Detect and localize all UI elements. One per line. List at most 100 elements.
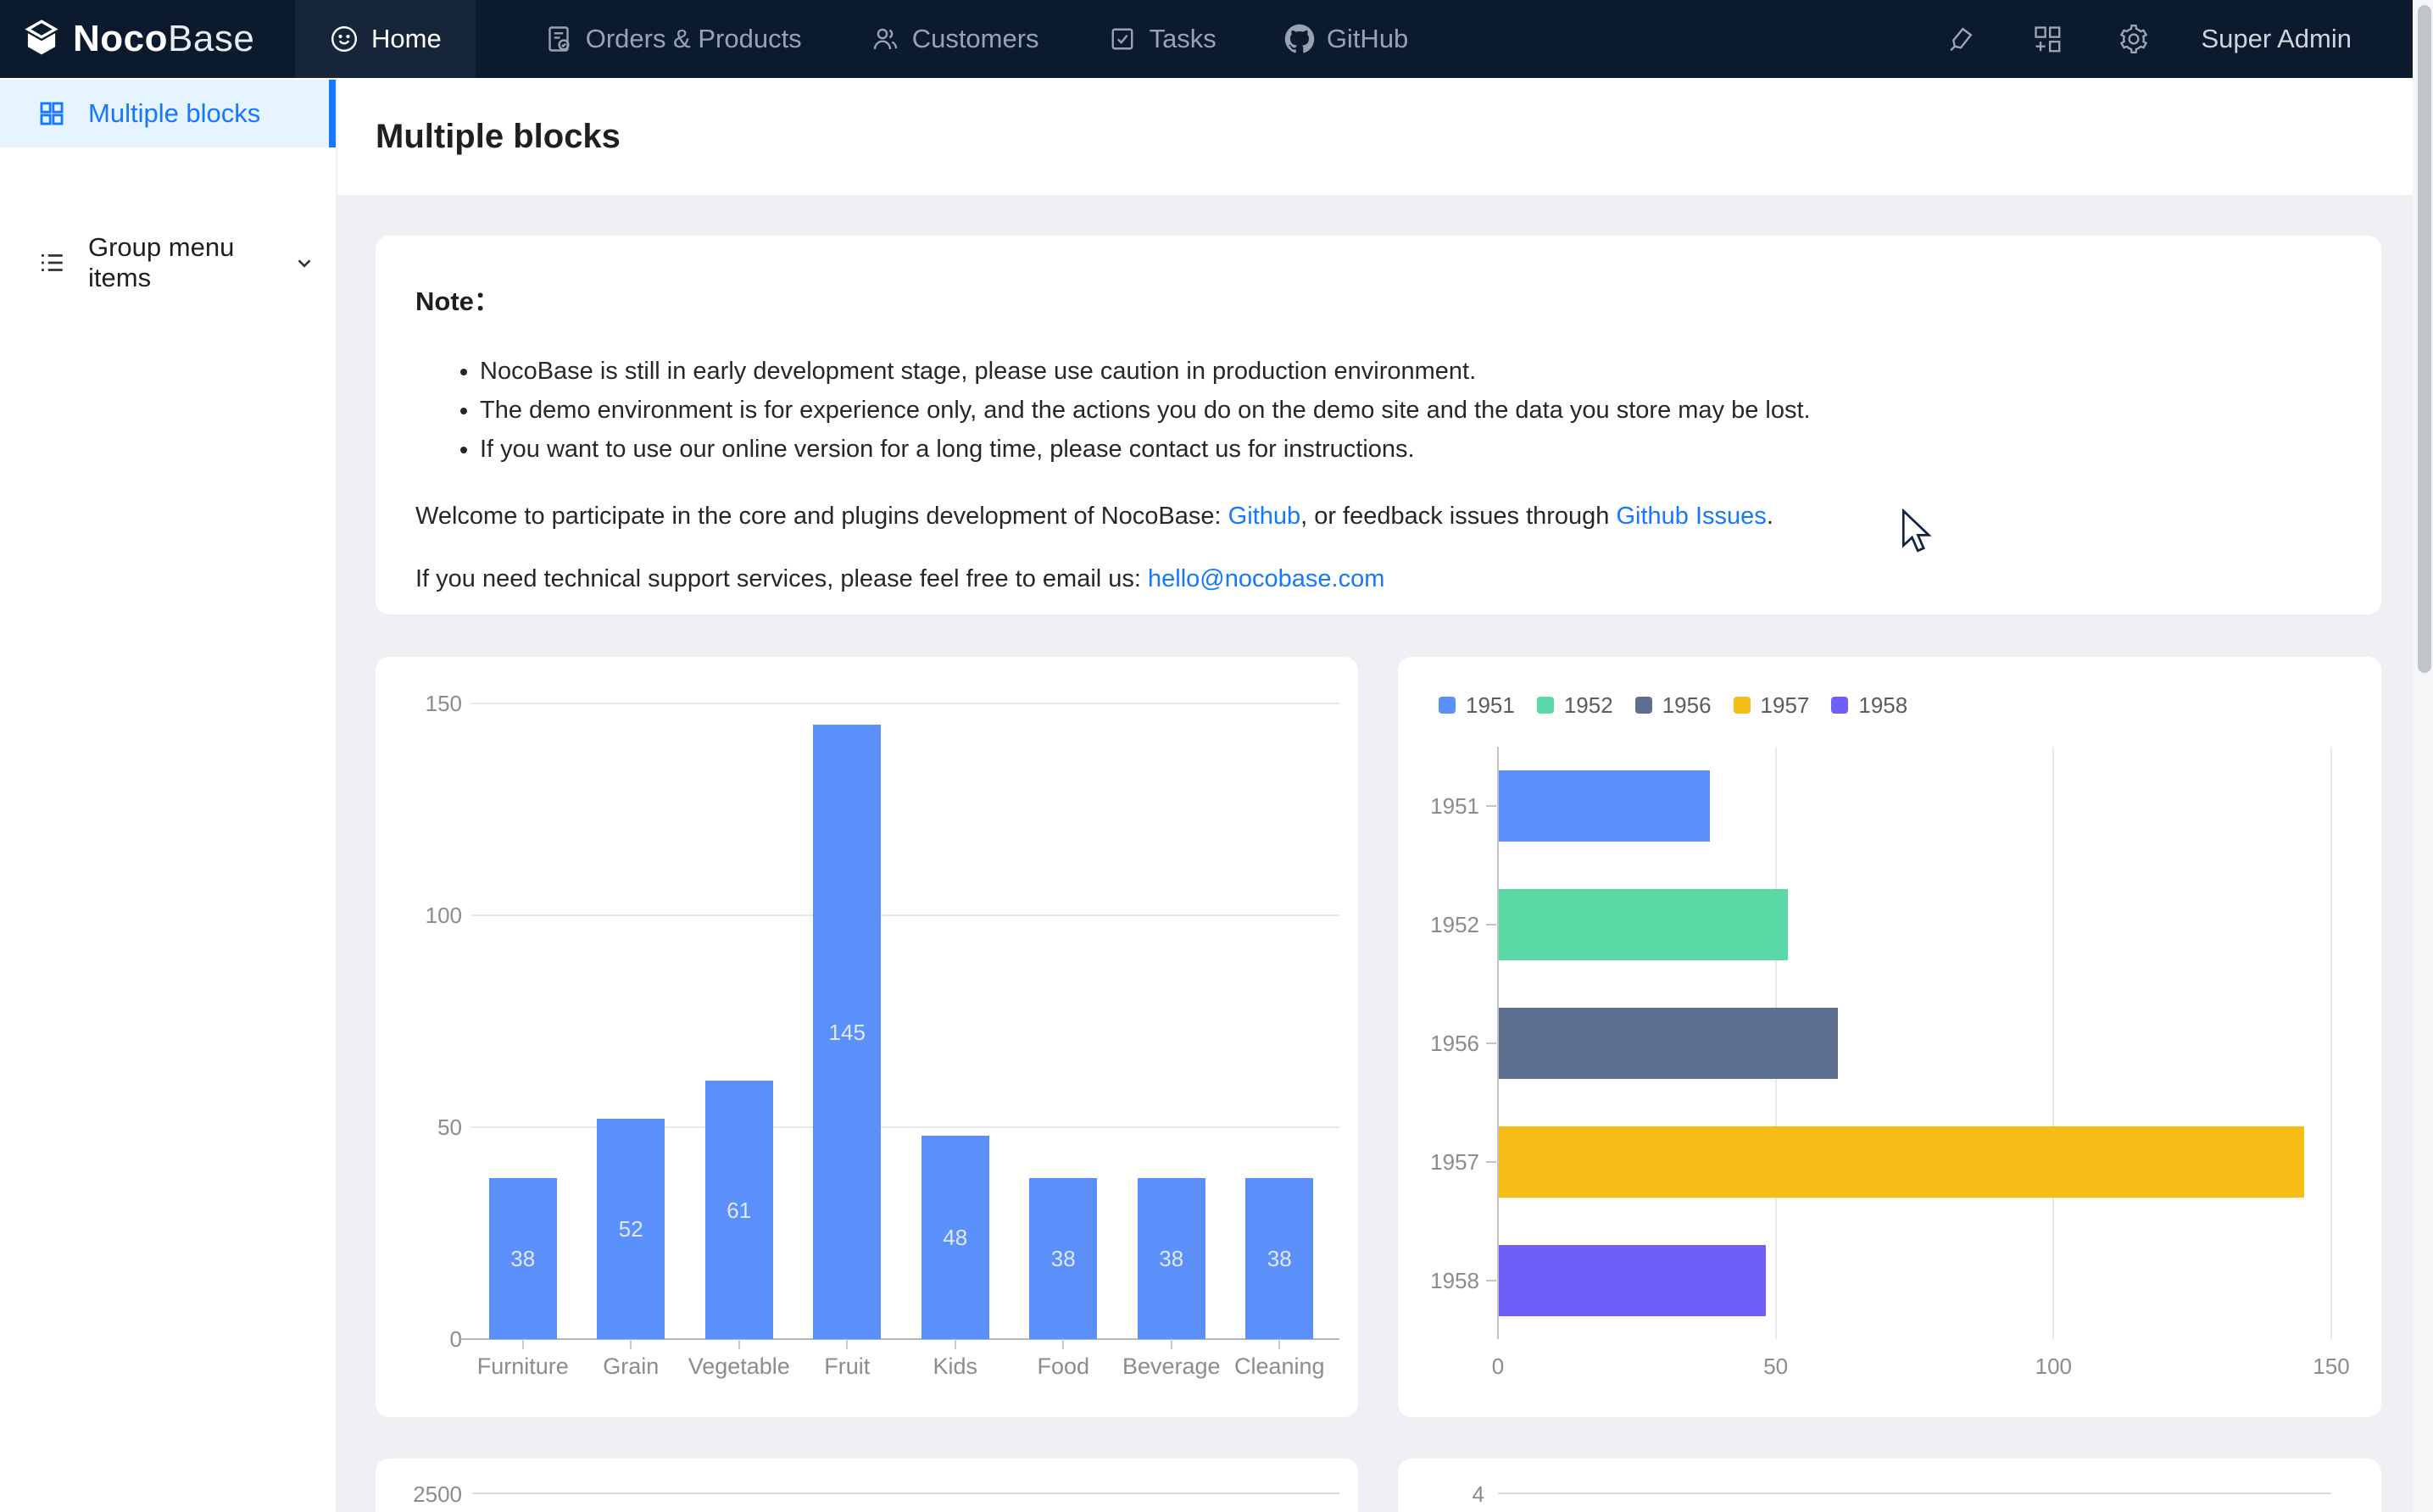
y-axis-tick	[1486, 1161, 1496, 1163]
nav-right-actions: Super Admin	[1942, 0, 2433, 78]
horizontal-bar-chart-block: 1951195219561957195805010015019511952195…	[1398, 657, 2381, 1417]
nav-item-orders-products[interactable]: Orders & Products	[509, 0, 836, 78]
gridline	[470, 703, 1339, 704]
gridline	[470, 914, 1339, 916]
tasks-check-icon	[1107, 24, 1138, 54]
bar-value-label: 61	[705, 1193, 773, 1227]
nav-item-github[interactable]: GitHub	[1250, 0, 1442, 78]
note-bullet: The demo environment is for experience o…	[480, 391, 2330, 430]
x-axis-tick-label: 0	[1464, 1354, 1532, 1380]
y-axis-tick-label: 50	[376, 1110, 462, 1144]
bar-1951	[1499, 770, 1710, 842]
bar-value-label: 38	[1029, 1242, 1097, 1276]
partial-chart-plot-left: 2500	[376, 1459, 1358, 1512]
customers-people-icon	[870, 24, 900, 54]
x-axis-line	[460, 1338, 1339, 1340]
bar-value-label: 145	[813, 1015, 881, 1049]
legend-label: 1951	[1466, 692, 1515, 718]
gear-icon	[2118, 23, 2150, 55]
github-link[interactable]: Github	[1228, 503, 1300, 530]
user-menu[interactable]: Super Admin	[2202, 24, 2352, 54]
nav-item-customers[interactable]: Customers	[836, 0, 1073, 78]
nav-item-home[interactable]: Home	[295, 0, 476, 78]
x-axis-tick	[1062, 1339, 1064, 1349]
partial-chart-block-left: 2500	[376, 1459, 1358, 1512]
add-block-button[interactable]	[2029, 20, 2066, 58]
partial-chart-plot-right: 4	[1398, 1459, 2381, 1512]
y-axis-category-label: 1952	[1398, 908, 1479, 942]
nav-item-label: Home	[371, 24, 442, 54]
chevron-down-icon	[293, 252, 315, 274]
logo-text: NocoBase	[73, 18, 254, 60]
legend-label: 1952	[1564, 692, 1613, 718]
page-header: Multiple blocks	[337, 78, 2433, 195]
page-title: Multiple blocks	[376, 118, 621, 156]
y-axis-tick-label: 4	[1398, 1477, 1484, 1511]
legend-label: 1958	[1858, 692, 1907, 718]
bar-1958	[1499, 1245, 1766, 1316]
sidebar: Multiple blocks Group menu items	[0, 78, 337, 1512]
legend-item-1958[interactable]: 1958	[1831, 692, 1907, 718]
sidebar-item-group-menu-items[interactable]: Group menu items	[0, 229, 336, 297]
gridline	[2330, 747, 2332, 1339]
legend-item-1951[interactable]: 1951	[1439, 692, 1515, 718]
legend-marker	[1831, 697, 1848, 714]
text: .	[1767, 503, 1773, 530]
text: Welcome to participate in the core and p…	[415, 503, 1228, 530]
main-menu: Home Orders & Products Customers	[295, 0, 1442, 78]
column-chart-plot: 05010015038Furniture52Grain61Vegetable14…	[376, 657, 1358, 1417]
nav-item-label: Tasks	[1150, 24, 1216, 54]
logo[interactable]: NocoBase	[0, 0, 295, 78]
gridline	[472, 1493, 1339, 1494]
x-axis-tick-label: 100	[2019, 1354, 2087, 1380]
legend-marker	[1537, 697, 1554, 714]
bar-1956	[1499, 1008, 1838, 1079]
nav-item-label: Orders & Products	[586, 24, 802, 54]
chart-legend: 1951 1952 1956 1957 1958	[1439, 692, 1907, 718]
orders-document-icon	[543, 24, 574, 54]
x-axis-tick	[846, 1339, 848, 1349]
x-axis-tick	[1171, 1339, 1172, 1349]
ui-editor-highlighter-button[interactable]	[1942, 20, 1979, 58]
horizontal-bar-chart-plot: 1951195219561957195805010015019511952195…	[1398, 657, 2381, 1417]
legend-item-1956[interactable]: 1956	[1635, 692, 1712, 718]
sidebar-item-multiple-blocks[interactable]: Multiple blocks	[0, 80, 336, 147]
top-nav: NocoBase Home Orders & Products	[0, 0, 2433, 78]
x-axis-tick	[630, 1339, 632, 1349]
nav-item-tasks[interactable]: Tasks	[1073, 0, 1250, 78]
bar-value-label: 48	[921, 1220, 989, 1254]
y-axis-category-label: 1957	[1398, 1145, 1479, 1179]
legend-marker	[1734, 697, 1751, 714]
page-scrollbar-thumb[interactable]	[2418, 5, 2431, 673]
unordered-list-icon	[37, 248, 66, 277]
github-issues-link[interactable]: Github Issues	[1616, 503, 1766, 530]
x-axis-tick	[738, 1339, 740, 1349]
column-chart-block: 05010015038Furniture52Grain61Vegetable14…	[376, 657, 1358, 1417]
email-link[interactable]: hello@nocobase.com	[1148, 565, 1384, 592]
highlighter-icon	[1945, 23, 1977, 55]
settings-button[interactable]	[2115, 20, 2152, 58]
bar-value-label: 38	[1138, 1242, 1205, 1276]
y-axis-tick	[1486, 924, 1496, 926]
note-paragraph-contribute: Welcome to participate in the core and p…	[415, 499, 2330, 533]
y-axis-category-label: 1951	[1398, 789, 1479, 823]
gridline	[1498, 1493, 2331, 1494]
legend-marker	[1635, 697, 1652, 714]
y-axis-tick	[1486, 805, 1496, 807]
bar-value-label: 52	[597, 1212, 665, 1246]
bar-value-label: 38	[1245, 1242, 1313, 1276]
partial-chart-block-right: 4	[1398, 1459, 2381, 1512]
bar-1952	[1499, 889, 1788, 960]
note-bullet: If you want to use our online version fo…	[480, 430, 2330, 469]
page-scrollbar-track[interactable]	[2413, 0, 2433, 1512]
legend-item-1952[interactable]: 1952	[1537, 692, 1613, 718]
text: , or feedback issues through	[1300, 503, 1616, 530]
y-axis-category-label: 1958	[1398, 1264, 1479, 1298]
legend-marker	[1439, 697, 1456, 714]
nocobase-logo-icon	[22, 19, 61, 58]
text: If you need technical support services, …	[415, 565, 1148, 592]
x-axis-category-label: Cleaning	[1211, 1354, 1347, 1380]
legend-item-1957[interactable]: 1957	[1734, 692, 1810, 718]
bar-value-label: 38	[489, 1242, 557, 1276]
x-axis-tick	[955, 1339, 956, 1349]
